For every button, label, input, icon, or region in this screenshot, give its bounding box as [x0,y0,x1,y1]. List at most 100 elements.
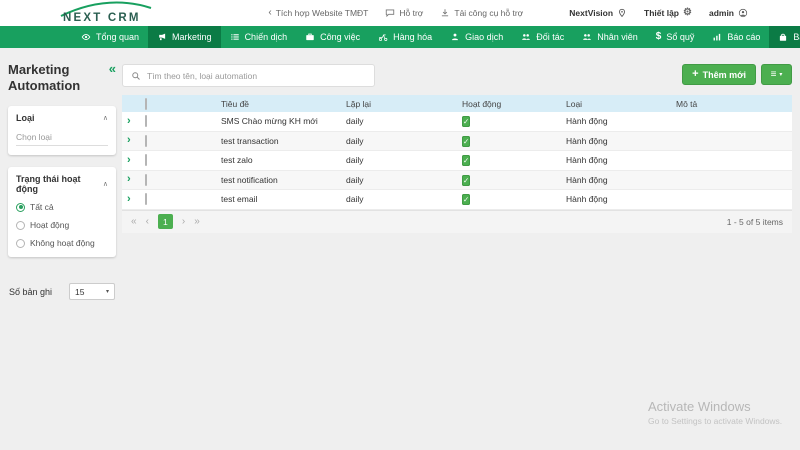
chevron-up-icon[interactable]: ∧ [103,114,108,122]
watermark-subtitle: Go to Settings to activate Windows. [648,416,783,426]
list-icon [230,34,239,40]
caret-down-icon: ▾ [105,289,109,295]
sales-button-label: Bán hàng [793,32,800,42]
nav-label: Chiến dịch [244,32,288,42]
records-per-page-label: Số bản ghi [9,286,53,297]
sidebar-collapse-icon[interactable]: « [109,62,116,76]
status-radio-inactive[interactable]: Không hoạt động [16,238,108,248]
filter-card-type: Loại ∧ Chọn loại [8,106,116,155]
main-content: Tìm theo tên, loại automation + Thêm mới… [122,64,792,233]
radio-icon [16,238,25,248]
chat-icon [386,9,395,18]
nav-item-cong-viec[interactable]: Công việc [296,26,369,48]
active-checkbox[interactable]: ✓ [462,116,471,128]
integrate-website-link[interactable]: ‹ Tích hợp Website TMĐT [268,8,368,19]
filter-sidebar: Marketing Automation « Loại ∧ Chọn loại … [8,62,116,300]
cell-repeat: daily [346,174,364,185]
row-expand-icon[interactable]: › [127,134,131,146]
chevron-up-icon[interactable]: ∧ [103,180,108,188]
page-last-icon[interactable]: » [194,216,200,227]
pagination: « ‹ 1 › » 1 - 5 of 5 items [122,209,792,233]
row-checkbox[interactable] [145,115,147,128]
type-select[interactable]: Chọn loại [16,132,108,146]
records-per-page-select[interactable]: 15 ▾ [69,283,115,300]
search-icon [132,71,140,80]
user-menu[interactable]: admin [709,8,748,18]
nav-item-so-quy[interactable]: $ Sổ quỹ [647,26,704,48]
table-row[interactable]: › test notification daily ✓ Hành động [122,170,792,190]
column-header-desc: Mô tả [676,98,698,109]
username-label: admin [708,8,734,18]
nav-label: Sổ quỹ [666,32,695,42]
row-expand-icon[interactable]: › [127,154,131,166]
search-input[interactable]: Tìm theo tên, loại automation [122,64,375,87]
table-row[interactable]: › test email daily ✓ Hành động [122,190,792,210]
radio-label: Tất cả [30,202,54,212]
table-row[interactable]: › SMS Chào mừng KH mới daily ✓ Hành động [122,112,792,132]
nav-item-giao-dich[interactable]: Giao dịch [441,26,512,48]
active-checkbox[interactable]: ✓ [462,135,471,147]
page-next-icon[interactable]: › [182,216,185,227]
nav-item-tong-quan[interactable]: Tổng quan [72,26,148,48]
add-new-label: Thêm mới [702,69,746,80]
nav-item-doi-tac[interactable]: Đối tác [512,26,573,48]
activate-windows-watermark: Activate Windows Go to Settings to activ… [648,399,782,426]
cell-title: test notification [221,174,278,185]
cell-repeat: daily [346,194,364,205]
active-checkbox[interactable]: ✓ [462,194,471,206]
column-header-active: Hoạt động [462,98,502,109]
search-placeholder: Tìm theo tên, loại automation [147,70,258,81]
page-first-icon[interactable]: « [131,216,137,227]
add-new-button[interactable]: + Thêm mới [682,64,756,85]
page-number-button[interactable]: 1 [157,214,173,229]
support-link[interactable]: Hỗ trợ [385,8,423,18]
row-checkbox[interactable] [145,173,147,186]
automation-table: Tiêu đề Lặp lại Hoạt động Loại Mô tả › S… [122,95,792,233]
settings-label: Thiết lập [644,8,679,18]
chart-icon [713,33,721,41]
list-options-button[interactable]: ≡ ▾ [761,64,792,85]
radio-label: Hoạt động [30,220,70,230]
active-checkbox[interactable]: ✓ [462,155,471,167]
nav-item-bao-cao[interactable]: Báo cáo [703,26,769,48]
nav-item-nhan-vien[interactable]: Nhân viên [573,26,647,48]
cell-type: Hành động [566,135,608,146]
company-menu[interactable]: NextVision [569,8,627,18]
nav-label: Công việc [320,32,361,42]
column-header-title: Tiêu đề [221,98,250,109]
table-header: Tiêu đề Lặp lại Hoạt động Loại Mô tả [122,95,792,112]
cell-title: SMS Chào mừng KH mới [221,116,318,127]
cell-title: test zalo [221,155,253,166]
people-icon [522,34,531,40]
row-expand-icon[interactable]: › [127,115,131,127]
row-expand-icon[interactable]: › [127,173,131,185]
nav-item-hang-hoa[interactable]: Hàng hóa [369,26,441,48]
status-radio-active[interactable]: Hoạt động [16,220,108,230]
radio-label: Không hoạt động [30,238,95,248]
page-prev-icon[interactable]: ‹ [146,216,149,227]
select-all-checkbox[interactable] [145,97,147,110]
column-header-type: Loại [566,98,583,109]
watermark-title: Activate Windows [648,399,751,414]
row-checkbox[interactable] [145,193,147,206]
download-tool-link[interactable]: Tải công cụ hỗ trợ [440,8,523,18]
row-checkbox[interactable] [145,154,147,167]
active-checkbox[interactable]: ✓ [462,174,471,186]
briefcase-icon [306,33,314,41]
settings-menu[interactable]: Thiết lập ⚙ [644,8,692,19]
row-checkbox[interactable] [145,134,147,147]
nav-item-chien-dich[interactable]: Chiến dịch [221,26,297,48]
cell-type: Hành động [566,155,608,166]
nav-label: Marketing [172,32,212,42]
sales-button[interactable]: Bán hàng [769,26,800,48]
filter-status-title: Trạng thái hoạt động [16,174,81,194]
nav-item-marketing[interactable]: Marketing [148,26,221,48]
status-radio-all[interactable]: Tất cả [16,202,108,212]
table-row[interactable]: › test zalo daily ✓ Hành động [122,151,792,171]
row-expand-icon[interactable]: › [127,193,131,205]
people-icon [583,34,592,40]
nav-label: Nhân viên [597,32,638,42]
top-bar: NEXT CRM ‹ Tích hợp Website TMĐT Hỗ trợ … [0,0,800,26]
hamburger-icon: ≡ [770,68,777,80]
table-row[interactable]: › test transaction daily ✓ Hành động [122,131,792,151]
